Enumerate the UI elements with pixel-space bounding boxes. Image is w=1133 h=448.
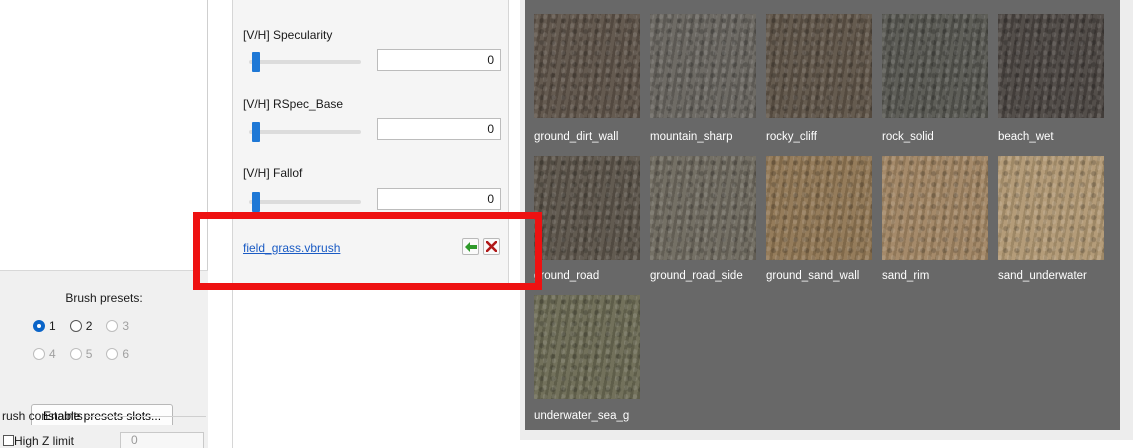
brush-constraints-label: rush constaints [2,409,83,423]
preset-radio-1[interactable]: 1 [33,319,56,333]
preset-radio-5: 5 [69,347,92,361]
texture-name: sand_underwater [998,270,1087,282]
texture-tile[interactable]: ground_road [534,156,640,282]
texture-thumbnail [534,295,640,399]
texture-tile[interactable]: sand_rim [882,156,988,282]
rspec-base-label: [V/H] RSpec_Base [243,97,344,111]
high-z-limit-checkbox[interactable] [3,435,14,446]
preset-radio-row-1: 1 2 3 [33,319,129,333]
texture-name: mountain_sharp [650,131,733,143]
texture-name: ground_dirt_wall [534,131,619,143]
specularity-input[interactable]: 0 [377,49,501,71]
radio-empty-icon [69,348,82,360]
texture-tile[interactable]: ground_sand_wall [766,156,872,282]
brush-file-link[interactable]: field_grass.vbrush [243,241,340,255]
texture-tile[interactable]: beach_wet [998,14,1104,143]
texture-name: rocky_cliff [766,131,817,143]
panel-divider [232,286,233,448]
rspec-base-slider-thumb[interactable] [252,122,260,142]
texture-tile[interactable]: rocky_cliff [766,14,872,143]
high-z-limit-input: 0 [120,432,204,448]
preset-radio-row-2: 4 5 6 [33,347,129,361]
preset-radio-6: 6 [106,347,129,361]
texture-name: ground_road_side [650,270,743,282]
specularity-slider-thumb[interactable] [252,52,260,72]
texture-thumbnail [534,156,640,260]
radio-empty-icon [106,348,119,360]
fallof-slider-thumb[interactable] [252,192,260,212]
preset-radio-2[interactable]: 2 [69,319,92,333]
texture-tile[interactable]: sand_underwater [998,156,1104,282]
fallof-input[interactable]: 0 [377,188,501,210]
texture-thumbnail [882,14,988,118]
material-params-panel: [V/H] Specularity 0 [V/H] RSpec_Base 0 [… [232,0,509,286]
texture-thumbnail [650,156,756,260]
texture-tile[interactable]: ground_dirt_wall [534,14,640,143]
texture-thumbnail [766,14,872,118]
texture-thumbnail [998,156,1104,260]
texture-tile[interactable]: underwater_sea_g [534,295,640,422]
preset-radio-4: 4 [33,347,56,361]
group-divider [86,416,206,417]
texture-name: beach_wet [998,131,1054,143]
texture-tile[interactable]: mountain_sharp [650,14,756,143]
brush-presets-title: Brush presets: [65,291,143,305]
texture-name: rock_solid [882,131,934,143]
texture-name: ground_sand_wall [766,270,860,282]
texture-name: underwater_sea_g [534,410,630,422]
radio-empty-icon [106,320,119,332]
arrow-left-icon [464,241,477,252]
close-icon [486,241,497,252]
fallof-label: [V/H] Fallof [243,166,303,180]
rspec-base-slider-track[interactable] [249,130,361,134]
texture-thumbnail [766,156,872,260]
radio-selected-icon [33,320,45,332]
texture-thumbnail [998,14,1104,118]
radio-empty-icon [69,320,82,332]
texture-thumbnail [534,14,640,118]
specularity-label: [V/H] Specularity [243,28,333,42]
preset-radio-3: 3 [106,319,129,333]
rspec-base-input[interactable]: 0 [377,118,501,140]
texture-name: ground_road [534,270,600,282]
specularity-slider-track[interactable] [249,60,361,64]
texture-tile[interactable]: ground_road_side [650,156,756,282]
texture-tile[interactable]: rock_solid [882,14,988,143]
texture-thumbnail [650,14,756,118]
high-z-limit-label: High Z limit [14,434,75,448]
apply-brush-button[interactable] [462,238,479,255]
texture-thumbnail [882,156,988,260]
radio-empty-icon [33,348,45,360]
texture-name: sand_rim [882,270,930,282]
fallof-slider-track[interactable] [249,200,361,204]
remove-brush-button[interactable] [483,238,500,255]
